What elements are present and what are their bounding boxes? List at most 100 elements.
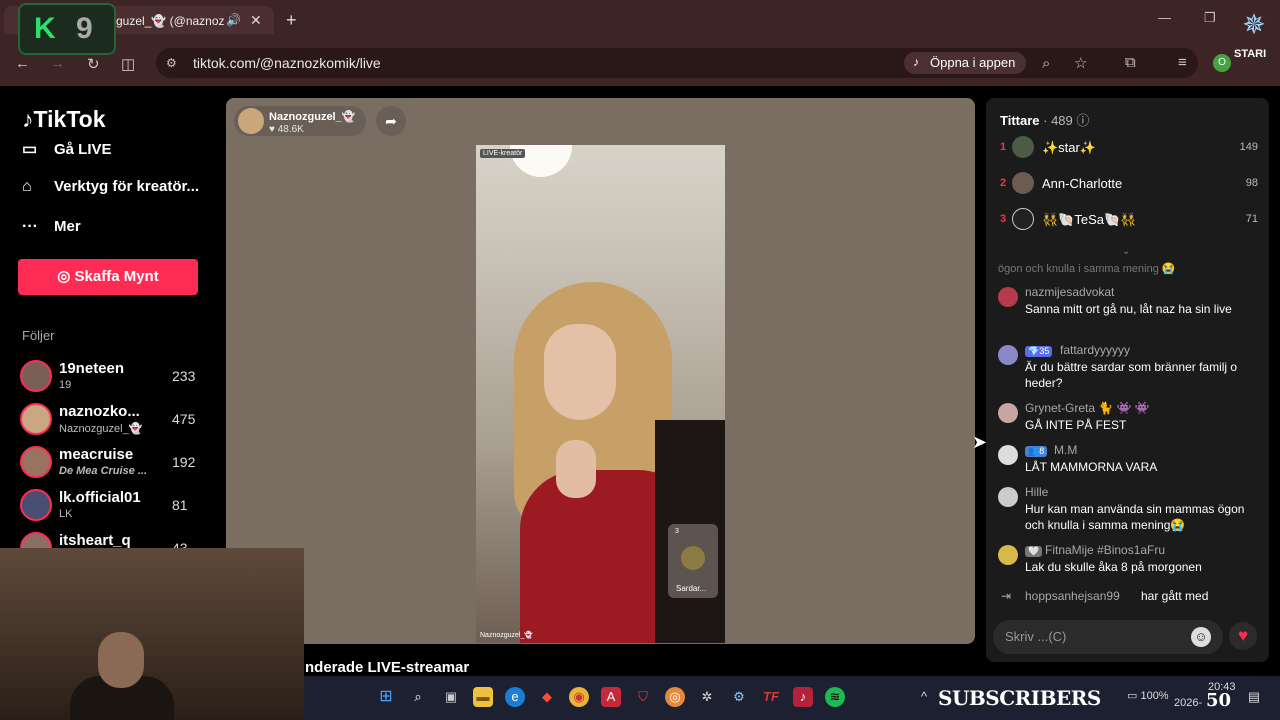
like-heart-icon[interactable]: ♥ — [1229, 622, 1257, 650]
steam-icon[interactable]: ⚙ — [729, 687, 749, 707]
following-subtitle: 19 — [59, 379, 72, 391]
notification-icon[interactable]: ▤ — [1244, 687, 1264, 707]
chat-username[interactable]: fattardyyyyyy — [1060, 343, 1130, 357]
following-item[interactable]: 19neteen 19 233 — [20, 360, 200, 400]
spotify-icon[interactable]: ≋ — [825, 687, 845, 707]
emoji-icon[interactable]: ☺ — [1191, 627, 1211, 647]
chat-badge: 💎35 — [1025, 343, 1055, 357]
chat-username[interactable]: Hille — [1025, 485, 1048, 499]
chat-badge: 👥8 — [1025, 443, 1050, 457]
tab-title[interactable]: guzel_👻 (@naznoz — [116, 14, 225, 28]
more-dots-icon: ··· — [22, 218, 38, 235]
open-in-app-button[interactable]: ♪ Öppna i appen — [904, 52, 1026, 74]
adobe-app-icon[interactable]: A — [601, 687, 621, 707]
reload-icon[interactable]: ↻ — [87, 55, 100, 73]
host-avatar[interactable] — [238, 108, 264, 134]
share-arrow-icon: ➦ — [385, 113, 397, 129]
creator-tools-icon: ⌂ — [22, 178, 32, 195]
tiktok-logo-text: TikTok — [33, 106, 106, 132]
bookmark-star-icon[interactable]: ☆ — [1074, 54, 1087, 72]
chatgpt-icon[interactable]: ✲ — [697, 687, 717, 707]
chrome-browser-icon[interactable]: ◉ — [569, 687, 589, 707]
clock-date[interactable]: 2026- — [1174, 697, 1202, 709]
nav-more[interactable]: ··· Mer — [22, 218, 81, 236]
chat-text: GÅ INTE PÅ FEST — [1025, 418, 1127, 432]
nav-go-live[interactable]: ▭ Gå LIVE — [22, 139, 112, 159]
restore-icon[interactable]: ❐ — [1204, 10, 1216, 26]
speaker-icon[interactable]: 🔊 — [226, 13, 241, 27]
webcam-person-face — [98, 632, 144, 688]
tiktok-logo[interactable]: ♪TikTok — [22, 106, 106, 133]
chat-username[interactable]: nazmijesadvokat — [1025, 285, 1114, 299]
host-name[interactable]: Naznozguzel_👻 — [269, 110, 355, 123]
minimize-icon[interactable]: — — [1158, 10, 1171, 25]
chat-username[interactable]: M.M — [1054, 443, 1077, 457]
chat-text: Hur kan man använda sin mammas ögon och … — [1025, 502, 1245, 532]
video-camera-icon: ▭ — [22, 141, 38, 158]
edge-browser-icon[interactable]: e — [505, 687, 525, 707]
following-subtitle: Naznozguzel_👻 — [59, 423, 143, 435]
viewer-score: 98 — [1245, 177, 1258, 189]
following-item[interactable]: lk.official01 LK 81 — [20, 489, 200, 529]
forward-icon[interactable]: → — [50, 55, 65, 72]
following-item[interactable]: itsheart_q 43 — [20, 532, 200, 548]
expand-chevron-icon[interactable]: ⌄ — [1122, 246, 1130, 257]
tiktok-studio-icon[interactable]: ♪ — [793, 687, 813, 707]
shield-app-icon[interactable]: ⛉ — [633, 687, 653, 707]
top-viewer-row[interactable]: 2 Ann-Charlotte 98 — [1000, 172, 1260, 196]
close-tab-icon[interactable]: ✕ — [250, 12, 262, 29]
task-view-icon[interactable]: ▣ — [441, 687, 461, 707]
media-control-icon[interactable]: ≡ — [1178, 54, 1187, 71]
viewer-score: 71 — [1245, 213, 1258, 225]
back-icon[interactable]: ← — [15, 55, 30, 72]
profile-avatar[interactable]: O — [1213, 54, 1231, 72]
avatar — [20, 360, 52, 392]
avatar — [998, 445, 1018, 465]
top-viewer-row[interactable]: 1 ✨star✨ 149 — [1000, 136, 1260, 160]
streamer-face — [544, 324, 616, 420]
live-creator-badge: LIVE-kreatör — [480, 149, 526, 158]
top-viewer-row[interactable]: 3 👯🐚TeSa🐚👯 71 — [1000, 208, 1260, 232]
new-tab-icon[interactable]: + — [286, 10, 297, 31]
site-info-icon[interactable]: ⚙ — [166, 56, 177, 70]
info-icon[interactable]: ⓘ — [1076, 113, 1089, 128]
battery-indicator[interactable]: ▭ 100% — [1127, 689, 1169, 702]
chat-text: LÅT MAMMORNA VARA — [1025, 460, 1158, 474]
viewers-label: Tittare — [1000, 113, 1040, 128]
nav-creator-tools[interactable]: ⌂ Verktyg för kreatör... — [22, 178, 199, 196]
following-name: itsheart_q — [59, 532, 131, 548]
following-viewer-count: 81 — [172, 497, 188, 513]
split-view-icon[interactable]: ◫ — [121, 55, 135, 73]
avatar — [1012, 172, 1034, 194]
gift-badge: 🤍 — [1025, 546, 1043, 557]
following-viewer-count: 475 — [172, 411, 196, 427]
subscribers-count: 50 — [1206, 690, 1232, 711]
battery-icon: ▭ — [1127, 690, 1141, 702]
chat-input[interactable]: Skriv ...(C) — [993, 620, 1223, 654]
chat-username[interactable]: FitnaMije #Binos1aFru — [1045, 543, 1165, 557]
url-text[interactable]: tiktok.com/@naznozkomik/live — [193, 55, 381, 71]
zoom-search-icon[interactable]: ⌕ — [1042, 55, 1050, 72]
following-item[interactable]: naznozko... Naznozguzel_👻 475 — [20, 403, 200, 443]
orange-app-icon[interactable]: ◎ — [665, 687, 685, 707]
joined-username[interactable]: hoppsanhejsan99 — [1025, 589, 1120, 603]
host-likes: ♥ 48.6K — [269, 124, 304, 135]
get-coins-button[interactable]: ◎ Skaffa Mynt — [18, 259, 198, 295]
tf-app-icon[interactable]: TF — [761, 687, 781, 707]
following-viewer-count: 192 — [172, 454, 196, 470]
chat-faded-line: ögon och knulla i samma mening 😭 — [998, 263, 1176, 275]
file-explorer-icon[interactable]: ▬ — [473, 687, 493, 707]
following-item[interactable]: meacruise De Mea Cruise ... 192 — [20, 446, 200, 486]
chat-username[interactable]: Grynet-Greta 🐈 👾 👾 — [1025, 401, 1150, 415]
tray-chevron-icon[interactable]: ^ — [914, 687, 934, 707]
windows-start-icon[interactable]: ⊞ — [376, 687, 396, 707]
extensions-icon[interactable]: ⧉ — [1125, 54, 1136, 71]
battery-percent: 100% — [1140, 690, 1169, 702]
search-icon[interactable]: ⌕ — [408, 687, 428, 707]
open-in-app-label: Öppna i appen — [930, 55, 1016, 70]
avatar — [1012, 208, 1034, 230]
guest-name: Sardar... — [676, 584, 707, 593]
viewers-header[interactable]: Tittare · 489 ⓘ — [1000, 110, 1089, 129]
share-button[interactable]: ➦ — [376, 106, 406, 136]
app-diamond-icon[interactable]: ◆ — [537, 687, 557, 707]
